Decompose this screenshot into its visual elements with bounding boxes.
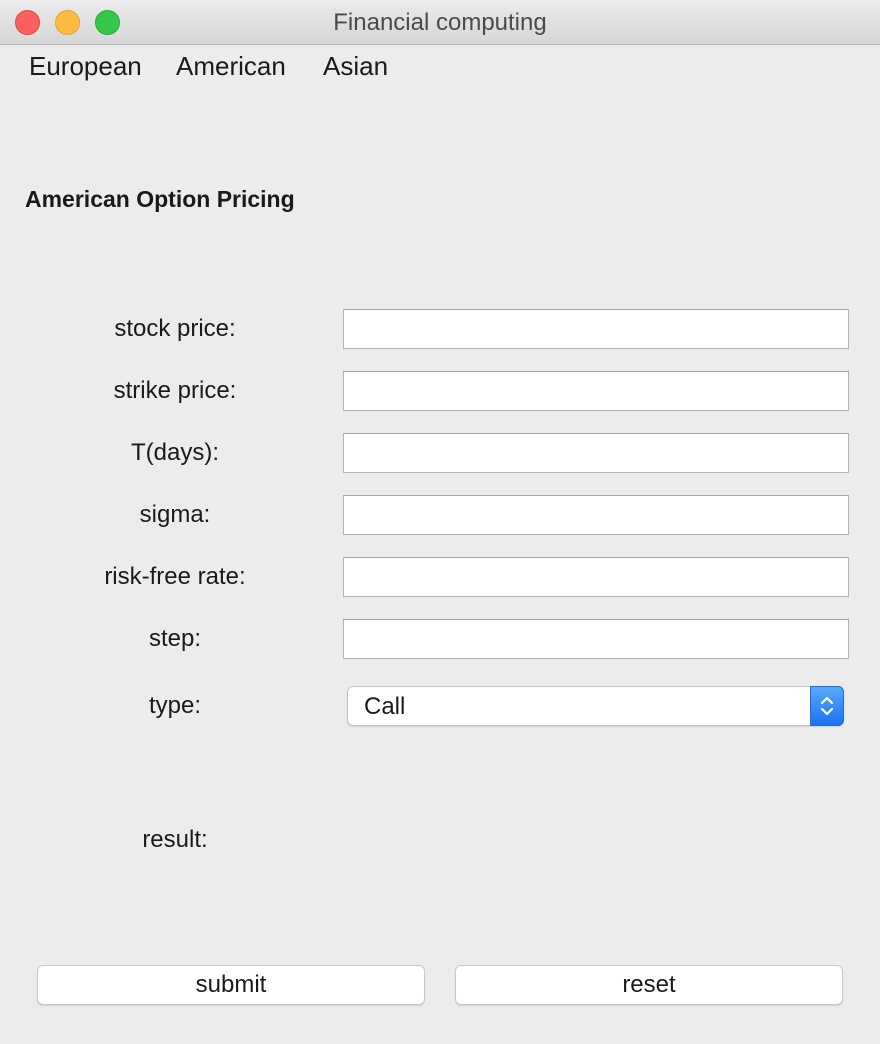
menu-item-european[interactable]: European xyxy=(29,51,142,82)
page-title: American Option Pricing xyxy=(25,186,295,212)
sigma-input[interactable] xyxy=(343,495,849,535)
type-select-value: Call xyxy=(364,693,406,720)
strike-price-label: strike price: xyxy=(113,377,237,404)
strike-price-input[interactable] xyxy=(343,371,849,411)
menu-bar: European American Asian xyxy=(0,45,880,89)
stock-price-input[interactable] xyxy=(343,309,849,349)
menu-item-american[interactable]: American xyxy=(176,51,286,82)
type-label: type: xyxy=(148,692,202,719)
up-down-chevron-icon xyxy=(810,686,844,726)
result-label: result: xyxy=(142,826,208,853)
risk-free-rate-label: risk-free rate: xyxy=(104,563,246,590)
type-select[interactable]: Call xyxy=(347,686,844,726)
sigma-label: sigma: xyxy=(139,501,211,528)
t-days-input[interactable] xyxy=(343,433,849,473)
window-title: Financial computing xyxy=(333,9,547,36)
stock-price-label: stock price: xyxy=(114,315,236,342)
menu-item-asian[interactable]: Asian xyxy=(323,51,388,82)
title-bar[interactable]: Financial computing xyxy=(0,0,880,45)
step-input[interactable] xyxy=(343,619,849,659)
step-label: step: xyxy=(148,625,202,652)
submit-button[interactable]: submit xyxy=(37,965,425,1005)
risk-free-rate-input[interactable] xyxy=(343,557,849,597)
t-days-label: T(days): xyxy=(130,439,219,466)
reset-button[interactable]: reset xyxy=(455,965,843,1005)
app-window: Financial computing European American As… xyxy=(0,0,880,1044)
